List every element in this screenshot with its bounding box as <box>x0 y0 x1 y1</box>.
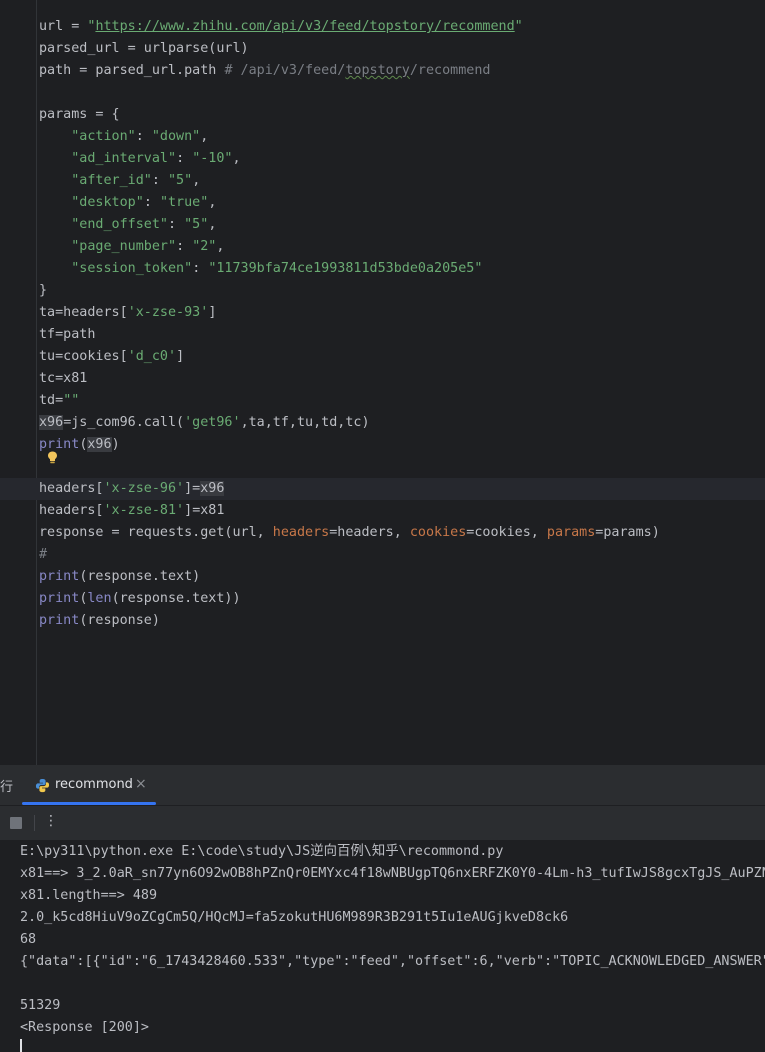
url-link[interactable]: https://www.zhihu.com/api/v3/feed/topsto… <box>95 19 514 34</box>
code-line-tc[interactable]: tc=x81 <box>0 368 765 390</box>
toolbar-separator <box>34 815 35 831</box>
console-line: x81==> 3_2.0aR_sn77yn6O92wOB8hPZnQr0EMYx… <box>20 866 765 881</box>
console-line: 51329 <box>20 998 61 1013</box>
code-line-request[interactable]: response = requests.get(url, headers=hea… <box>0 522 765 544</box>
code-editor[interactable]: url = "https://www.zhihu.com/api/v3/feed… <box>0 0 765 765</box>
console-line: <Response [200]> <box>20 1020 149 1035</box>
code-line-print-response[interactable]: print(response) <box>0 610 765 632</box>
spelling-warning[interactable]: topstory <box>345 63 410 78</box>
run-console-output[interactable]: E:\py311\python.exe E:\code\study\JS逆向百例… <box>0 840 765 1052</box>
code-line-ta[interactable]: ta=headers['x-zse-93'] <box>0 302 765 324</box>
symbol-highlight: x96 <box>200 481 225 496</box>
code-line-tf[interactable]: tf=path <box>0 324 765 346</box>
active-tab-indicator <box>22 802 156 805</box>
console-line: {"data":[{"id":"6_1743428460.533","type"… <box>20 954 765 969</box>
run-tool-window-header: 行 recommond × <box>0 765 765 806</box>
code-line-param-ad-interval[interactable]: "ad_interval": "-10", <box>0 148 765 170</box>
code-line-5[interactable]: params = { <box>0 104 765 126</box>
code-area[interactable]: url = "https://www.zhihu.com/api/v3/feed… <box>0 16 765 632</box>
more-vertical-icon[interactable]: ⋮ <box>44 813 58 829</box>
input-caret <box>20 1039 22 1052</box>
code-line-param-desktop[interactable]: "desktop": "true", <box>0 192 765 214</box>
console-line: E:\py311\python.exe E:\code\study\JS逆向百例… <box>20 844 504 859</box>
code-line-headers-81[interactable]: headers['x-zse-81']=x81 <box>0 500 765 522</box>
code-line-4[interactable] <box>0 82 765 104</box>
code-line-2[interactable]: parsed_url = urlparse(url) <box>0 38 765 60</box>
code-line-print-text[interactable]: print(response.text) <box>0 566 765 588</box>
code-line-param-page-number[interactable]: "page_number": "2", <box>0 236 765 258</box>
code-line-headers-96[interactable]: headers['x-zse-96']=x96 <box>0 478 765 500</box>
code-line-param-after-id[interactable]: "after_id": "5", <box>0 170 765 192</box>
code-line-td[interactable]: td="" <box>0 390 765 412</box>
tab-recommond[interactable]: recommond × <box>22 765 156 805</box>
code-line-x96-assign[interactable]: x96=js_com96.call('get96',ta,tf,tu,td,tc… <box>0 412 765 434</box>
code-line-print-x96[interactable]: print(x96) <box>0 434 765 456</box>
python-icon <box>35 778 50 793</box>
code-line-tu[interactable]: tu=cookies['d_c0'] <box>0 346 765 368</box>
code-line-print-len-x96[interactable]: print(len(x96)) <box>0 451 765 496</box>
symbol-highlight: x96 <box>87 437 112 452</box>
console-line: x81.length==> 489 <box>20 888 158 903</box>
run-label: 行 <box>0 780 14 795</box>
stop-icon[interactable] <box>10 817 22 829</box>
code-line-param-action[interactable]: "action": "down", <box>0 126 765 148</box>
code-line-print-len-text[interactable]: print(len(response.text)) <box>0 588 765 610</box>
code-line-params-close[interactable]: } <box>0 280 765 302</box>
code-line-param-session-token[interactable]: "session_token": "11739bfa74ce1993811d53… <box>0 258 765 280</box>
lightbulb-icon[interactable] <box>47 451 58 464</box>
code-line-1[interactable]: url = "https://www.zhihu.com/api/v3/feed… <box>0 16 765 38</box>
symbol-highlight: x96 <box>39 415 64 430</box>
run-toolbar: ⋮ <box>0 806 765 840</box>
console-line: 2.0_k5cd8HiuV9oZCgCm5Q/HQcMJ=fa5zokutHU6… <box>20 910 569 925</box>
code-line-comment[interactable]: # <box>0 544 765 566</box>
code-line-param-end-offset[interactable]: "end_offset": "5", <box>0 214 765 236</box>
code-line-3[interactable]: path = parsed_url.path # /api/v3/feed/to… <box>0 60 765 82</box>
close-icon[interactable]: × <box>135 776 147 792</box>
console-line: 68 <box>20 932 37 947</box>
